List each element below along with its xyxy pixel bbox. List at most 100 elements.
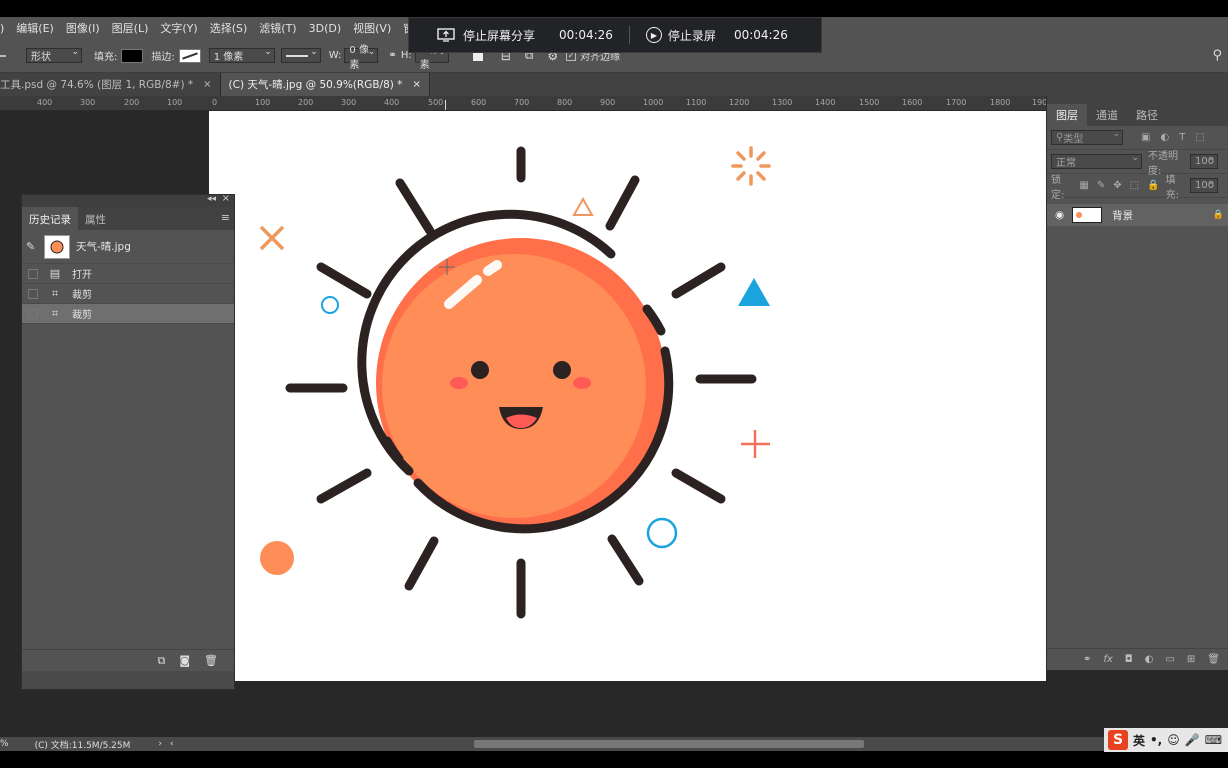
tab-channels[interactable]: 通道 bbox=[1087, 104, 1127, 126]
tab-layers[interactable]: 图层 bbox=[1047, 104, 1087, 126]
trash-icon[interactable]: 🗑 bbox=[1207, 654, 1220, 665]
fx-icon[interactable]: fx bbox=[1103, 654, 1112, 665]
close-icon[interactable]: × bbox=[412, 79, 420, 90]
tab-tools-psd[interactable]: 工具.psd @ 74.6% (图层 1, RGB/8#) * × bbox=[0, 73, 221, 96]
stroke-swatch[interactable] bbox=[178, 48, 201, 63]
sogou-logo-icon[interactable]: S bbox=[1108, 730, 1128, 750]
microphone-icon[interactable]: 🎤 bbox=[1185, 733, 1200, 747]
history-state-checkbox[interactable] bbox=[28, 288, 38, 299]
emoji-icon[interactable]: ☺ bbox=[1167, 733, 1180, 747]
layer-thumbnail bbox=[1072, 207, 1103, 223]
stroke-width-select[interactable]: 1 像素 bbox=[208, 47, 275, 63]
tab-properties[interactable]: 属性 bbox=[78, 207, 113, 230]
document-canvas[interactable] bbox=[209, 111, 1046, 681]
document-icon: ▤ bbox=[49, 267, 61, 280]
tool-preset-icon[interactable] bbox=[0, 54, 6, 57]
folder-icon[interactable]: ▭ bbox=[1165, 654, 1174, 665]
layers-panel-tabs: 图层 通道 路径 bbox=[1047, 96, 1228, 126]
layer-filter-select[interactable]: ⚲ 类型 bbox=[1051, 129, 1123, 145]
history-item-label: 裁剪 bbox=[72, 290, 92, 301]
status-menu-arrow[interactable]: › bbox=[158, 739, 162, 749]
ruler-tick: 1800 bbox=[990, 98, 1011, 107]
history-state-checkbox[interactable] bbox=[28, 308, 38, 319]
menu-item-3d[interactable]: 3D(D) bbox=[303, 22, 348, 35]
ruler-cursor-marker bbox=[445, 100, 446, 110]
stroke-type-select[interactable] bbox=[280, 47, 321, 63]
menu-item-view[interactable]: 视图(V) bbox=[347, 20, 397, 36]
fill-swatch[interactable] bbox=[121, 48, 144, 63]
link-icon[interactable]: ⚭ bbox=[388, 50, 396, 61]
document-info[interactable]: (C) 文档:11.5M/5.25M bbox=[35, 738, 131, 751]
menu-item-edit[interactable]: 编辑(E) bbox=[10, 20, 60, 36]
filter-type-icon[interactable]: T bbox=[1179, 132, 1185, 143]
close-icon[interactable]: × bbox=[203, 79, 211, 90]
fill-field[interactable]: 100 bbox=[1189, 177, 1218, 193]
history-item-selected[interactable]: ⌗ 裁剪 bbox=[22, 304, 234, 324]
filter-pixel-icon[interactable]: ▣ bbox=[1141, 132, 1150, 143]
tab-history[interactable]: 历史记录 bbox=[22, 207, 78, 230]
new-document-from-state-icon[interactable]: ⧉ bbox=[157, 654, 165, 668]
filter-adjustment-icon[interactable]: ◐ bbox=[1160, 132, 1169, 143]
zoom-level[interactable]: % bbox=[0, 739, 9, 749]
filter-shape-icon[interactable]: ⬚ bbox=[1195, 132, 1204, 143]
screen-bottom-border bbox=[0, 751, 1228, 768]
share-timer: 00:04:26 bbox=[559, 28, 613, 42]
stop-screen-share-button[interactable]: 停止屏幕分享 bbox=[463, 27, 535, 44]
stop-recording-button[interactable]: 停止录屏 bbox=[668, 27, 716, 44]
layer-filter-row: ⚲ 类型 ▣ ◐ T ⬚ bbox=[1047, 126, 1228, 150]
keyboard-icon[interactable]: ⌨ bbox=[1205, 733, 1222, 747]
ruler-tick: 1000 bbox=[643, 98, 664, 107]
lock-all-icon[interactable]: 🔒 bbox=[1147, 180, 1159, 191]
history-item[interactable]: ⌗ 裁剪 bbox=[22, 284, 234, 304]
ruler-tick: 500 bbox=[428, 98, 444, 107]
snapshot-label: 天气-晴.jpg bbox=[76, 241, 131, 253]
ruler-tick: 300 bbox=[80, 98, 96, 107]
layer-row-background[interactable]: ◉ 背景 🔒 bbox=[1047, 204, 1228, 226]
camera-icon[interactable]: ◙ bbox=[179, 654, 190, 667]
tab-label: 工具.psd @ 74.6% (图层 1, RGB/8#) * bbox=[0, 79, 194, 91]
blend-mode-select[interactable]: 正常 bbox=[1051, 153, 1143, 169]
horizontal-ruler[interactable]: 400 300 200 100 0 100 200 300 400 500 60… bbox=[0, 96, 1046, 111]
punctuation-toggle[interactable]: •, bbox=[1150, 733, 1162, 747]
adjustment-icon[interactable]: ◐ bbox=[1145, 654, 1154, 665]
new-layer-icon[interactable]: ⊞ bbox=[1187, 654, 1195, 665]
menu-item-filter[interactable]: 滤镜(T) bbox=[253, 20, 302, 36]
lock-position-icon[interactable]: ✥ bbox=[1113, 180, 1121, 191]
screen-recording-toolbar: 停止屏幕分享 00:04:26 ▶ 停止录屏 00:04:26 bbox=[408, 17, 822, 53]
horizontal-scrollbar-thumb[interactable] bbox=[474, 740, 864, 748]
ime-language-toggle[interactable]: 英 bbox=[1133, 732, 1145, 749]
menu-item-select[interactable]: 选择(S) bbox=[204, 20, 254, 36]
shape-mode-select[interactable]: 形状 bbox=[26, 47, 82, 63]
width-field[interactable]: 0 像素 bbox=[344, 45, 379, 71]
opacity-field[interactable]: 100 bbox=[1190, 153, 1218, 169]
menu-item-type[interactable]: 文字(Y) bbox=[154, 20, 203, 36]
fill-label: 填充: bbox=[1165, 174, 1179, 201]
lock-transparent-icon[interactable]: ▦ bbox=[1079, 180, 1088, 191]
eye-icon[interactable]: ◉ bbox=[1055, 209, 1064, 221]
menu-item-layer[interactable]: 图层(L) bbox=[106, 20, 155, 36]
scroll-left-arrow[interactable]: ‹ bbox=[170, 739, 174, 749]
close-icon[interactable]: × bbox=[222, 193, 230, 204]
link-icon[interactable]: ⚭ bbox=[1083, 654, 1091, 665]
menu-item-cut[interactable]: ) bbox=[0, 22, 10, 35]
tab-label: (C) 天气-晴.jpg @ 50.9%(RGB/8) * bbox=[228, 79, 403, 91]
menu-item-image[interactable]: 图像(I) bbox=[60, 20, 106, 36]
lock-artboard-icon[interactable]: ⬚ bbox=[1130, 180, 1139, 191]
mask-icon[interactable]: ◘ bbox=[1125, 654, 1133, 665]
history-item[interactable]: ▤ 打开 bbox=[22, 264, 234, 284]
history-snapshot[interactable]: ✎ 天气-晴.jpg bbox=[22, 230, 234, 264]
ruler-tick: 400 bbox=[37, 98, 53, 107]
panel-header-bar[interactable]: ◂◂ × bbox=[22, 193, 234, 207]
tab-weather-sunny[interactable]: (C) 天气-晴.jpg @ 50.9%(RGB/8) * × bbox=[220, 73, 430, 96]
panel-resize-grip[interactable] bbox=[22, 671, 234, 689]
tab-paths[interactable]: 路径 bbox=[1127, 104, 1167, 126]
search-icon[interactable]: ⚲ bbox=[1212, 48, 1222, 63]
brush-source-icon[interactable]: ✎ bbox=[26, 240, 40, 253]
collapse-icon[interactable]: ◂◂ bbox=[207, 194, 216, 204]
trash-icon[interactable]: 🗑 bbox=[204, 654, 218, 667]
record-icon[interactable]: ▶ bbox=[645, 27, 662, 43]
history-state-checkbox[interactable] bbox=[28, 268, 38, 279]
panel-menu-icon[interactable]: ≡ bbox=[217, 207, 234, 230]
screen-share-icon[interactable] bbox=[437, 28, 455, 42]
lock-paint-icon[interactable]: ✎ bbox=[1097, 180, 1105, 191]
